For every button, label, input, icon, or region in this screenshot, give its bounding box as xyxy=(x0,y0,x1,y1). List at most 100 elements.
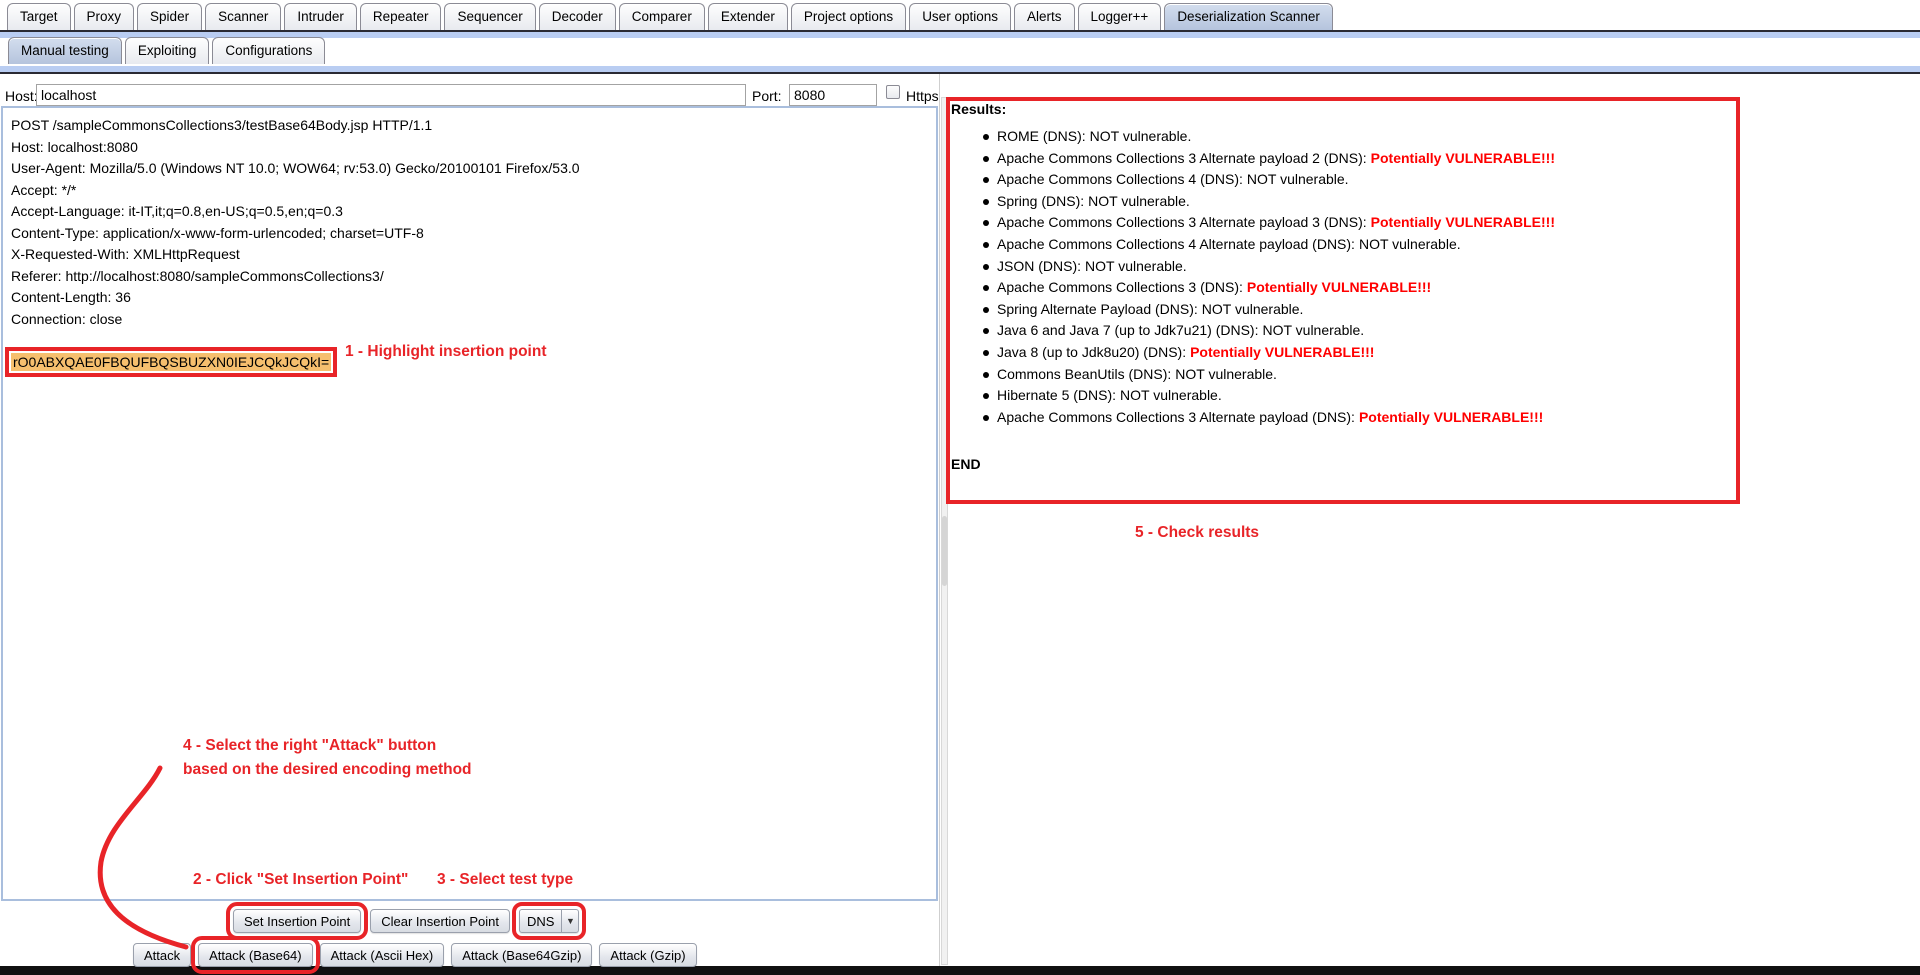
burp-tab[interactable]: Spider xyxy=(137,3,202,30)
burp-tab[interactable]: Logger++ xyxy=(1078,3,1162,30)
result-status: NOT vulnerable. xyxy=(1175,366,1277,382)
result-label: JSON (DNS): xyxy=(997,258,1081,274)
deserialization-scanner-screen: Target Proxy Spider Scanner Intruder Rep… xyxy=(0,0,1920,975)
result-status: Potentially VULNERABLE!!! xyxy=(1359,409,1543,425)
result-item: ROME (DNS):NOT vulnerable. xyxy=(983,126,1555,148)
bullet-icon xyxy=(983,393,989,399)
request-header-line: Host: localhost:8080 xyxy=(11,137,930,159)
port-input[interactable] xyxy=(789,84,877,106)
burp-tab[interactable]: Alerts xyxy=(1014,3,1075,30)
result-status: NOT vulnerable. xyxy=(1359,236,1461,252)
burp-tab[interactable]: Scanner xyxy=(205,3,281,30)
request-header-line: X-Requested-With: XMLHttpRequest xyxy=(11,244,930,266)
host-input[interactable] xyxy=(36,84,746,106)
attack-button[interactable]: Attack (Ascii Hex) xyxy=(320,943,445,967)
result-label: ROME (DNS): xyxy=(997,128,1086,144)
result-item: Spring (DNS):NOT vulnerable. xyxy=(983,191,1555,213)
result-item: JSON (DNS):NOT vulnerable. xyxy=(983,256,1555,278)
result-item: Apache Commons Collections 3 Alternate p… xyxy=(983,212,1555,234)
attack-button[interactable]: Attack (Base64) xyxy=(198,943,313,967)
burp-tab[interactable]: Deserialization Scanner xyxy=(1164,3,1333,30)
annotation-step4-line1: 4 - Select the right "Attack" button xyxy=(183,734,472,758)
port-label: Port: xyxy=(752,88,782,104)
bullet-icon xyxy=(983,264,989,270)
burp-tab[interactable]: Intruder xyxy=(284,3,357,30)
taskbar-strip xyxy=(0,966,1920,975)
burp-tab[interactable]: Project options xyxy=(791,3,906,30)
bullet-icon xyxy=(983,328,989,334)
result-item: Commons BeanUtils (DNS):NOT vulnerable. xyxy=(983,364,1555,386)
annotation-step4-line2: based on the desired encoding method xyxy=(183,758,472,782)
result-label: Hibernate 5 (DNS): xyxy=(997,387,1116,403)
result-label: Java 6 and Java 7 (up to Jdk7u21) (DNS): xyxy=(997,322,1258,338)
burp-tab[interactable]: Repeater xyxy=(360,3,442,30)
result-label: Java 8 (up to Jdk8u20) (DNS): xyxy=(997,344,1186,360)
bullet-icon xyxy=(983,415,989,421)
bullet-icon xyxy=(983,220,989,226)
results-end-marker: END xyxy=(951,456,981,472)
bullet-icon xyxy=(983,372,989,378)
burp-tab[interactable]: Extender xyxy=(708,3,788,30)
split-pane-divider[interactable] xyxy=(939,74,940,967)
request-header-line: POST /sampleCommonsCollections3/testBase… xyxy=(11,115,930,137)
test-type-selected-value: DNS xyxy=(520,910,561,932)
attack-button[interactable]: Attack (Base64Gzip) xyxy=(451,943,592,967)
result-label: Spring Alternate Payload (DNS): xyxy=(997,301,1198,317)
request-header-line: Connection: close xyxy=(11,309,930,331)
result-status: NOT vulnerable. xyxy=(1120,387,1222,403)
extension-tab[interactable]: Exploiting xyxy=(125,37,210,64)
annotation-step5: 5 - Check results xyxy=(1135,524,1259,542)
highlighted-payload[interactable]: rO0ABXQAE0FBQUFBQSBUZXN0IEJCQkJCQkI= xyxy=(11,353,331,371)
result-label: Apache Commons Collections 3 (DNS): xyxy=(997,279,1243,295)
bullet-icon xyxy=(983,285,989,291)
extension-tab[interactable]: Configurations xyxy=(212,37,325,64)
https-checkbox[interactable] xyxy=(886,85,900,99)
result-label: Spring (DNS): xyxy=(997,193,1084,209)
results-list[interactable]: ROME (DNS):NOT vulnerable. Apache Common… xyxy=(983,126,1555,428)
insertion-controls-row: Set Insertion Point Clear Insertion Poin… xyxy=(233,909,579,933)
result-status: Potentially VULNERABLE!!! xyxy=(1247,279,1431,295)
extension-tab[interactable]: Manual testing xyxy=(8,37,122,64)
set-insertion-point-button[interactable]: Set Insertion Point xyxy=(233,909,361,933)
result-status: Potentially VULNERABLE!!! xyxy=(1371,150,1555,166)
result-label: Apache Commons Collections 4 Alternate p… xyxy=(997,236,1355,252)
result-status: Potentially VULNERABLE!!! xyxy=(1190,344,1374,360)
results-scrollbar-thumb[interactable] xyxy=(942,516,947,586)
bullet-icon xyxy=(983,350,989,356)
request-header-line: User-Agent: Mozilla/5.0 (Windows NT 10.0… xyxy=(11,158,930,180)
result-item: Apache Commons Collections 4 Alternate p… xyxy=(983,234,1555,256)
result-label: Apache Commons Collections 3 Alternate p… xyxy=(997,150,1367,166)
test-type-dropdown[interactable]: DNS ▼ xyxy=(519,909,579,933)
result-status: NOT vulnerable. xyxy=(1247,171,1349,187)
attack-buttons-row: Attack Attack (Base64) Attack (Ascii Hex… xyxy=(133,943,697,967)
sub-tab-divider xyxy=(0,72,1920,74)
result-item: Apache Commons Collections 3 Alternate p… xyxy=(983,407,1555,429)
burp-tab[interactable]: Sequencer xyxy=(444,3,535,30)
burp-tab[interactable]: Decoder xyxy=(539,3,616,30)
request-header-line: Content-Length: 36 xyxy=(11,287,930,309)
results-scrollbar[interactable] xyxy=(941,97,948,965)
result-item: Java 8 (up to Jdk8u20) (DNS):Potentially… xyxy=(983,342,1555,364)
result-label: Apache Commons Collections 3 Alternate p… xyxy=(997,214,1367,230)
result-status: NOT vulnerable. xyxy=(1262,322,1364,338)
burp-tab[interactable]: Proxy xyxy=(74,3,135,30)
bullet-icon xyxy=(983,199,989,205)
https-label: Https xyxy=(906,88,939,104)
attack-button[interactable]: Attack xyxy=(133,943,191,967)
result-status: NOT vulnerable. xyxy=(1085,258,1187,274)
result-item: Apache Commons Collections 4 (DNS):NOT v… xyxy=(983,169,1555,191)
clear-insertion-point-button[interactable]: Clear Insertion Point xyxy=(370,909,510,933)
attack-button[interactable]: Attack (Gzip) xyxy=(599,943,696,967)
result-status: NOT vulnerable. xyxy=(1090,128,1192,144)
burp-tab[interactable]: User options xyxy=(909,3,1011,30)
bullet-icon xyxy=(983,134,989,140)
bullet-icon xyxy=(983,242,989,248)
annotation-step2: 2 - Click "Set Insertion Point" xyxy=(193,871,408,889)
burp-tab[interactable]: Comparer xyxy=(619,3,705,30)
result-label: Commons BeanUtils (DNS): xyxy=(997,366,1171,382)
chevron-down-icon[interactable]: ▼ xyxy=(561,910,578,932)
request-header-line: Referer: http://localhost:8080/sampleCom… xyxy=(11,266,930,288)
bullet-icon xyxy=(983,307,989,313)
extension-tab-bar: Manual testing Exploiting Configurations xyxy=(8,37,325,64)
burp-tab[interactable]: Target xyxy=(7,3,71,30)
